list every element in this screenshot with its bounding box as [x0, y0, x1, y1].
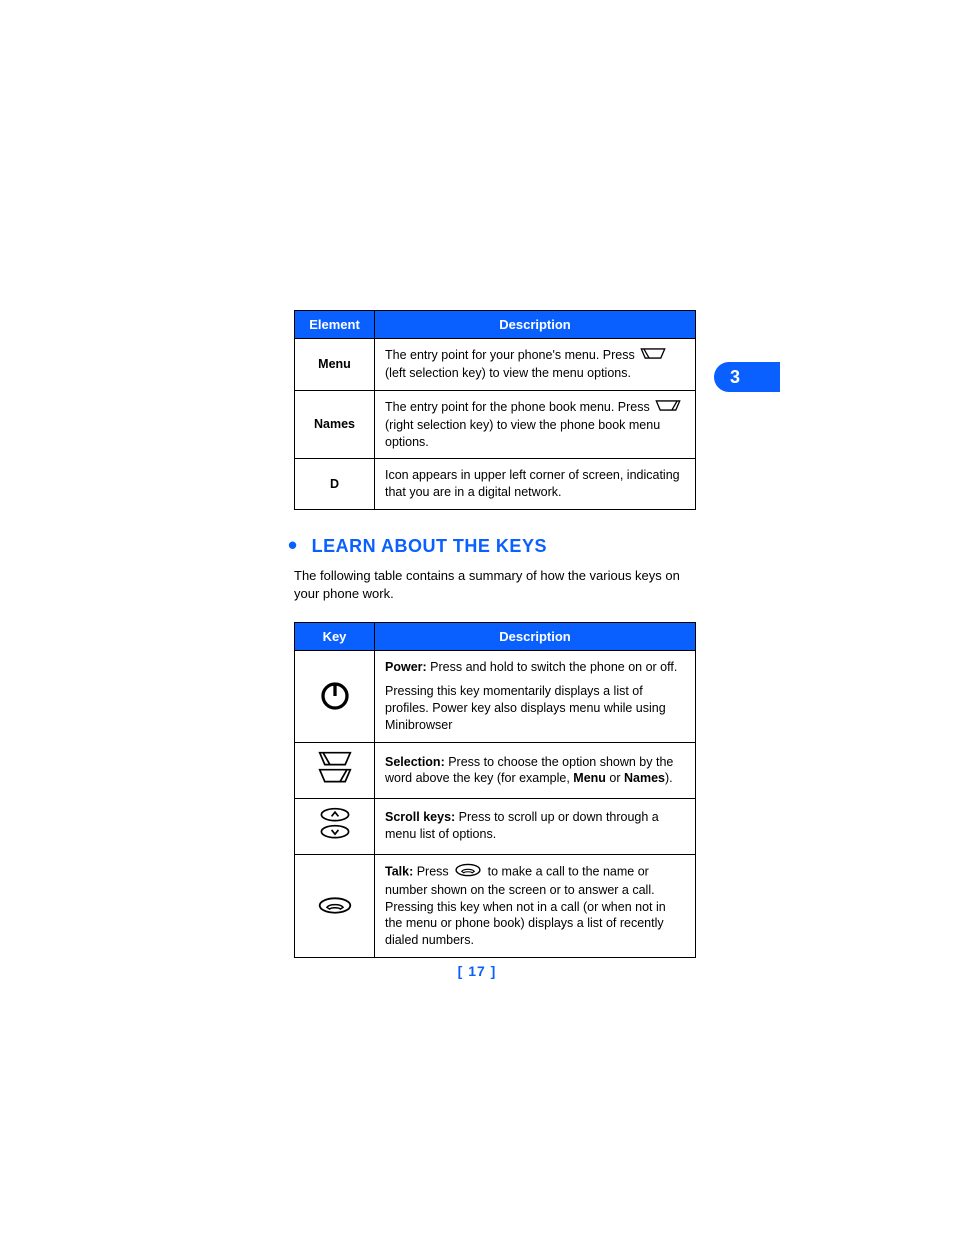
element-label-names: Names	[295, 390, 375, 459]
power-key-icon	[295, 650, 375, 743]
text-bold: Scroll keys:	[385, 810, 455, 824]
section-heading: LEARN ABOUT THE KEYS	[294, 536, 696, 557]
text: Press	[413, 864, 452, 878]
section-tab-number: 3	[730, 367, 740, 388]
page-number: [ 17 ]	[0, 963, 954, 979]
text: or	[606, 771, 624, 785]
table-row: D Icon appears in upper left corner of s…	[295, 459, 696, 510]
text: (right selection key) to view the phone …	[385, 418, 660, 449]
element-desc-menu: The entry point for your phone's menu. P…	[375, 339, 696, 391]
text-bold: Talk:	[385, 864, 413, 878]
scroll-keys-icon	[295, 798, 375, 854]
table2-header-key: Key	[295, 622, 375, 650]
elements-table: Element Description Menu The entry point…	[294, 310, 696, 510]
scroll-keys-desc: Scroll keys: Press to scroll up or down …	[375, 798, 696, 854]
talk-key-icon	[295, 854, 375, 957]
talk-key-inline-icon	[454, 863, 482, 882]
element-desc-names: The entry point for the phone book menu.…	[375, 390, 696, 459]
table-row: Menu The entry point for your phone's me…	[295, 339, 696, 391]
table-row: Names The entry point for the phone book…	[295, 390, 696, 459]
power-key-desc: Power: Press and hold to switch the phon…	[375, 650, 696, 743]
section-tab: 3	[714, 362, 780, 392]
table-row: Talk: Press to make a call to the name o…	[295, 854, 696, 957]
text-bold: Power:	[385, 660, 427, 674]
right-softkey-icon	[655, 399, 681, 417]
table1-header-description: Description	[375, 311, 696, 339]
element-label-menu: Menu	[295, 339, 375, 391]
element-desc-digital: Icon appears in upper left corner of scr…	[375, 459, 696, 510]
text-bold: Selection:	[385, 755, 445, 769]
text: The entry point for the phone book menu.…	[385, 400, 653, 414]
text-bold: Menu	[573, 771, 606, 785]
talk-key-desc: Talk: Press to make a call to the name o…	[375, 854, 696, 957]
table-row: Power: Press and hold to switch the phon…	[295, 650, 696, 743]
keys-table: Key Description Power: Press and hold to…	[294, 622, 696, 959]
intro-paragraph: The following table contains a summary o…	[294, 567, 696, 603]
left-softkey-icon	[640, 347, 666, 365]
selection-keys-icon	[295, 743, 375, 799]
selection-keys-desc: Selection: Press to choose the option sh…	[375, 743, 696, 799]
page-content: Element Description Menu The entry point…	[294, 310, 696, 958]
table2-header-description: Description	[375, 622, 696, 650]
text-bold: Names	[624, 771, 665, 785]
text: Pressing this key momentarily displays a…	[385, 683, 685, 734]
table1-header-element: Element	[295, 311, 375, 339]
table-row: Selection: Press to choose the option sh…	[295, 743, 696, 799]
table-row: Scroll keys: Press to scroll up or down …	[295, 798, 696, 854]
digital-network-icon: D	[295, 459, 375, 510]
text: Press and hold to switch the phone on or…	[427, 660, 678, 674]
section-heading-text: LEARN ABOUT THE KEYS	[312, 536, 547, 557]
text: ).	[665, 771, 673, 785]
text: The entry point for your phone's menu. P…	[385, 348, 638, 362]
text: (left selection key) to view the menu op…	[385, 366, 631, 380]
